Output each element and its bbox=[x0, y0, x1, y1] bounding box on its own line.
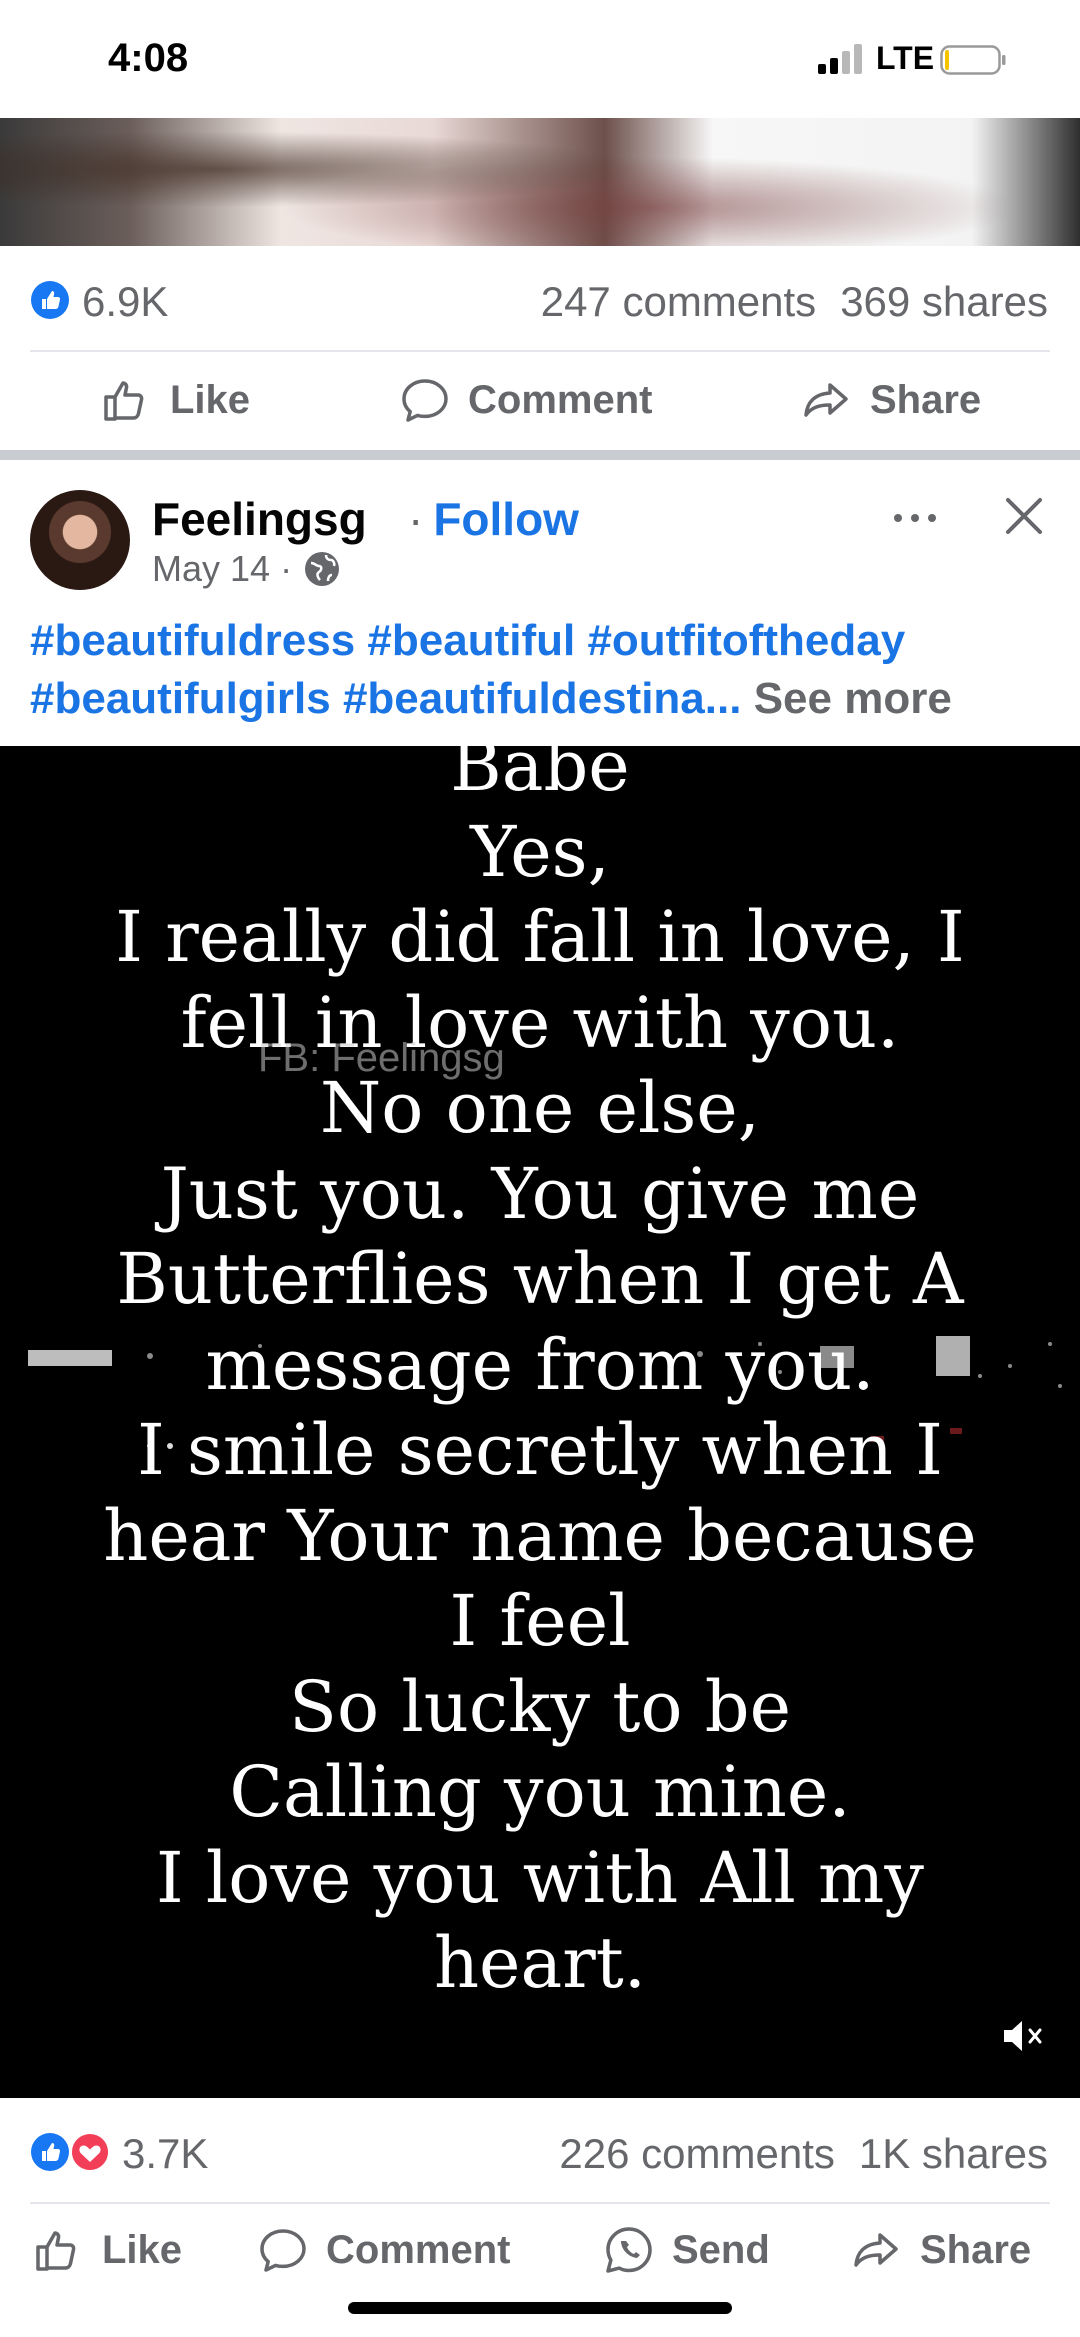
follow-label: Follow bbox=[433, 493, 579, 545]
caption-hashtags-line1[interactable]: #beautifuldress #beautiful #outfitofthed… bbox=[30, 612, 1060, 670]
post2-shares-count[interactable]: 1K shares bbox=[859, 2130, 1048, 2177]
whatsapp-icon bbox=[606, 2227, 652, 2273]
share-arrow-icon bbox=[804, 383, 848, 417]
post-meta: May 14 · bbox=[152, 548, 342, 590]
post1-share-button[interactable]: Share bbox=[800, 372, 981, 428]
follow-link[interactable]: · Follow bbox=[408, 492, 579, 546]
quote-line: Butterflies when I get A bbox=[116, 1238, 964, 1320]
quote-line: No one else, bbox=[320, 1067, 760, 1149]
quote-line: Calling you mine. bbox=[229, 1751, 851, 1833]
quote-line: Yes, bbox=[470, 810, 610, 893]
caption-hashtags-line2[interactable]: #beautifulgirls #beautifuldestina... bbox=[30, 674, 741, 723]
post1-comment-button[interactable]: Comment bbox=[398, 372, 652, 428]
quote-line: hear Your name because bbox=[103, 1494, 977, 1577]
separator-dot: · bbox=[408, 493, 424, 545]
comment-bubble-icon bbox=[402, 379, 448, 422]
globe-icon bbox=[305, 552, 340, 586]
thumbs-up-icon bbox=[36, 2231, 76, 2271]
close-icon[interactable] bbox=[1000, 492, 1048, 540]
quote-line: fell in love with you. bbox=[180, 981, 900, 1064]
quote-line: So lucky to be bbox=[289, 1665, 791, 1748]
like-label: Like bbox=[170, 377, 251, 422]
post2-stats: 3.7K 226 comments 1K shares bbox=[0, 2118, 1080, 2188]
post2-action-bar: Like Comment Send Share bbox=[0, 2206, 1080, 2296]
avatar[interactable] bbox=[30, 490, 130, 590]
post1-comments-count[interactable]: 247 comments bbox=[541, 278, 816, 325]
comment-label: Comment bbox=[326, 2227, 511, 2272]
see-more-link[interactable]: See more bbox=[754, 674, 952, 723]
post-date[interactable]: May 14 bbox=[152, 548, 270, 590]
post-separator bbox=[0, 450, 1080, 460]
post1-stats: 6.9K 247 comments 369 shares bbox=[0, 266, 1080, 336]
quote-line: I really did fall in love, I bbox=[115, 896, 965, 978]
battery-icon bbox=[940, 45, 1006, 75]
post2-share-button[interactable]: Share bbox=[850, 2222, 1031, 2278]
post2-comments-count[interactable]: 226 comments bbox=[559, 2130, 834, 2177]
post1-like-button[interactable]: Like bbox=[100, 372, 250, 428]
share-arrow-icon bbox=[854, 2233, 898, 2267]
status-time: 4:08 bbox=[108, 36, 189, 80]
network-type: LTE bbox=[876, 40, 935, 76]
like-love-reactions-icon bbox=[31, 2132, 110, 2172]
more-options-icon[interactable] bbox=[890, 508, 940, 528]
separator-dot: · bbox=[280, 548, 293, 589]
status-bar: 4:08 LTE bbox=[0, 0, 1080, 118]
home-indicator[interactable] bbox=[348, 2302, 732, 2314]
video-watermark: FB: Feelingsg bbox=[258, 1036, 505, 1080]
previous-post-image[interactable] bbox=[0, 118, 1080, 246]
quote-line: Just you. You give me bbox=[160, 1152, 920, 1235]
quote-line: I love you with All my bbox=[156, 1836, 924, 1919]
post1-reaction-count[interactable]: 6.9K bbox=[82, 278, 168, 326]
post-caption: #beautifuldress #beautiful #outfitofthed… bbox=[30, 612, 1060, 728]
comment-label: Comment bbox=[468, 377, 653, 422]
share-label: Share bbox=[870, 377, 982, 422]
post1-comment-share-counts: 247 comments 369 shares bbox=[541, 278, 1048, 326]
post1-shares-count[interactable]: 369 shares bbox=[840, 278, 1048, 325]
post-author-name[interactable]: Feelingsg bbox=[152, 492, 367, 546]
send-label: Send bbox=[672, 2227, 770, 2272]
divider bbox=[30, 350, 1050, 352]
like-label: Like bbox=[102, 2227, 183, 2272]
post2-like-button[interactable]: Like bbox=[32, 2222, 182, 2278]
quote-line: heart. bbox=[433, 1922, 647, 2004]
post2-comment-share-counts: 226 comments 1K shares bbox=[559, 2130, 1048, 2178]
quote-line: message from you. bbox=[205, 1323, 875, 1406]
quote-line: Babe bbox=[450, 746, 630, 807]
like-reaction-icon bbox=[31, 281, 69, 319]
quote-line: I smile secretly when I bbox=[137, 1409, 943, 1491]
video-player[interactable]: Babe Yes, I really did fall in love, I f… bbox=[0, 746, 1080, 2098]
thumbs-up-icon bbox=[104, 381, 144, 421]
post2-send-button[interactable]: Send bbox=[602, 2222, 770, 2278]
mute-speaker-icon[interactable] bbox=[1000, 2016, 1046, 2056]
video-quote-text: Babe Yes, I really did fall in love, I f… bbox=[0, 746, 1080, 2007]
quote-line: I feel bbox=[449, 1580, 631, 1662]
divider bbox=[30, 2202, 1050, 2204]
post2-comment-button[interactable]: Comment bbox=[256, 2222, 510, 2278]
post2-reaction-count[interactable]: 3.7K bbox=[122, 2130, 208, 2178]
share-label: Share bbox=[920, 2227, 1032, 2272]
post1-action-bar: Like Comment Share bbox=[0, 356, 1080, 446]
cellular-signal-icon bbox=[818, 44, 862, 74]
comment-bubble-icon bbox=[260, 2229, 306, 2272]
